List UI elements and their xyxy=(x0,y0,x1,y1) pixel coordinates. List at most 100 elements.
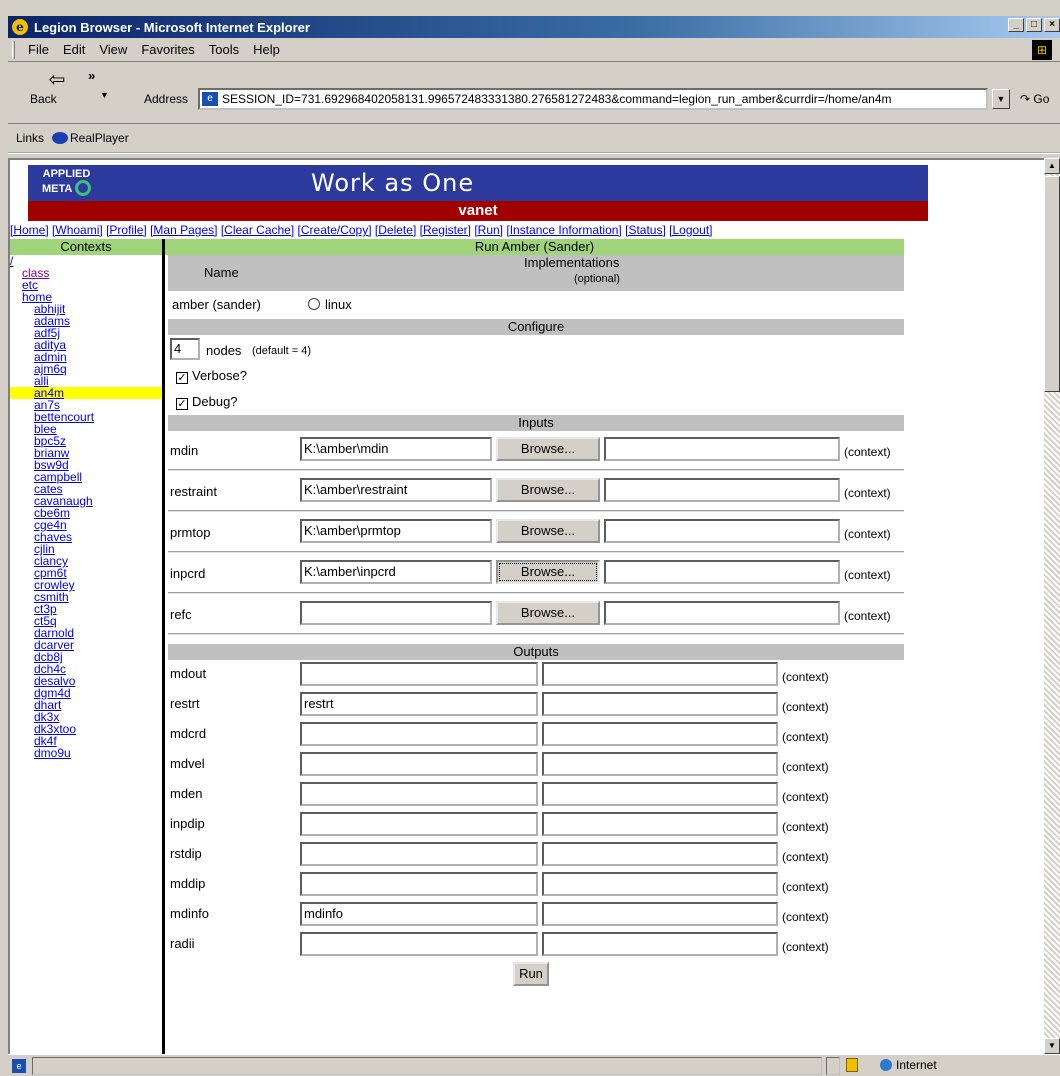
context-item-link[interactable]: campbell xyxy=(10,471,162,483)
output-context-field[interactable] xyxy=(542,662,778,686)
input-path-field[interactable]: K:\amber\inpcrd xyxy=(300,560,492,584)
context-item-link[interactable]: cpm6t xyxy=(10,567,162,579)
address-dropdown-button[interactable]: ▼ xyxy=(992,89,1010,109)
context-item-link[interactable]: cjlin xyxy=(10,543,162,555)
input-path-field[interactable]: K:\amber\restraint xyxy=(300,478,492,502)
toolbar-chevron-icon[interactable]: » xyxy=(88,68,95,83)
back-button[interactable]: ⇦ Back xyxy=(30,68,84,118)
debug-checkbox[interactable]: ✓ Debug? xyxy=(176,394,238,410)
context-item-link[interactable]: adams xyxy=(10,315,162,327)
context-item-link[interactable]: blee xyxy=(10,423,162,435)
context-item-link[interactable]: bsw9d xyxy=(10,459,162,471)
context-item-link[interactable]: ct5q xyxy=(10,615,162,627)
verbose-checkbox[interactable]: ✓ Verbose? xyxy=(176,368,247,384)
context-item-link[interactable]: dch4c xyxy=(10,663,162,675)
output-context-field[interactable] xyxy=(542,782,778,806)
output-file-field[interactable] xyxy=(300,812,538,836)
output-context-field[interactable] xyxy=(542,692,778,716)
context-item-link[interactable]: cbe6m xyxy=(10,507,162,519)
context-item-link[interactable]: clancy xyxy=(10,555,162,567)
context-item-link[interactable]: aditya xyxy=(10,339,162,351)
nav-man-pages-link[interactable]: [Man Pages] xyxy=(150,223,217,237)
nav-status-link[interactable]: [Status] xyxy=(625,223,666,237)
output-file-field[interactable] xyxy=(300,662,538,686)
output-file-field[interactable] xyxy=(300,932,538,956)
run-button[interactable]: Run xyxy=(513,962,549,986)
output-context-field[interactable] xyxy=(542,872,778,896)
nav-logout-link[interactable]: [Logout] xyxy=(669,223,712,237)
output-context-field[interactable] xyxy=(542,842,778,866)
browse-button[interactable]: Browse... xyxy=(496,560,600,584)
minimize-button[interactable]: _ xyxy=(1008,18,1024,32)
browse-button[interactable]: Browse... xyxy=(496,437,600,461)
context-item-link[interactable]: bpc5z xyxy=(10,435,162,447)
browse-button[interactable]: Browse... xyxy=(496,519,600,543)
context-item-link[interactable]: crowley xyxy=(10,579,162,591)
context-item-link[interactable]: admin xyxy=(10,351,162,363)
output-context-field[interactable] xyxy=(542,932,778,956)
nav-instance-information-link[interactable]: [Instance Information] xyxy=(506,223,621,237)
maximize-button[interactable]: □ xyxy=(1026,18,1042,32)
context-item-link[interactable]: cge4n xyxy=(10,519,162,531)
menu-favorites[interactable]: Favorites xyxy=(134,40,201,59)
context-item-link[interactable]: dmo9u xyxy=(10,747,162,759)
nav-run-link[interactable]: [Run] xyxy=(474,223,503,237)
linux-radio[interactable]: linux xyxy=(308,297,352,312)
input-path-field[interactable]: K:\amber\prmtop xyxy=(300,519,492,543)
output-context-field[interactable] xyxy=(542,902,778,926)
context-item-link[interactable]: adf5j xyxy=(10,327,162,339)
vertical-scrollbar[interactable]: ▲ ▼ xyxy=(1044,158,1060,1054)
nav-create-copy-link[interactable]: [Create/Copy] xyxy=(298,223,372,237)
nav-profile-link[interactable]: [Profile] xyxy=(106,223,147,237)
nav-whoami-link[interactable]: [Whoami] xyxy=(52,223,103,237)
browse-button[interactable]: Browse... xyxy=(496,478,600,502)
context-item-link[interactable]: cavanaugh xyxy=(10,495,162,507)
input-context-field[interactable] xyxy=(604,601,840,625)
menu-help[interactable]: Help xyxy=(246,40,287,59)
realplayer-link[interactable]: RealPlayer xyxy=(70,131,129,145)
output-context-field[interactable] xyxy=(542,812,778,836)
context-item-link[interactable]: ajm6q xyxy=(10,363,162,375)
input-context-field[interactable] xyxy=(604,437,840,461)
input-context-field[interactable] xyxy=(604,478,840,502)
output-file-field[interactable]: restrt xyxy=(300,692,538,716)
menu-file[interactable]: File xyxy=(21,40,56,59)
nodes-input[interactable]: 4 xyxy=(170,338,200,360)
context-item-link[interactable]: dcarver xyxy=(10,639,162,651)
context-item-link[interactable]: darnold xyxy=(10,627,162,639)
context-item-link[interactable]: alli xyxy=(10,375,162,387)
context-item-link[interactable]: an4m xyxy=(10,387,162,399)
browse-button[interactable]: Browse... xyxy=(496,601,600,625)
close-button[interactable]: × xyxy=(1044,18,1060,32)
nav-home-link[interactable]: [Home] xyxy=(10,223,49,237)
context-item-link[interactable]: dk3x xyxy=(10,711,162,723)
back-dropdown-icon[interactable]: ▼ xyxy=(100,90,109,100)
nav-delete-link[interactable]: [Delete] xyxy=(375,223,416,237)
context-item-link[interactable]: dk4f xyxy=(10,735,162,747)
menu-edit[interactable]: Edit xyxy=(56,40,92,59)
output-file-field[interactable] xyxy=(300,722,538,746)
address-input[interactable]: e SESSION_ID=731.692968402058131.9965724… xyxy=(198,88,988,110)
scroll-up-button[interactable]: ▲ xyxy=(1044,158,1060,174)
menu-tools[interactable]: Tools xyxy=(202,40,246,59)
output-context-field[interactable] xyxy=(542,752,778,776)
context-home-link[interactable]: home xyxy=(10,291,162,303)
nav-clear-cache-link[interactable]: [Clear Cache] xyxy=(221,223,294,237)
output-file-field[interactable] xyxy=(300,872,538,896)
input-context-field[interactable] xyxy=(604,560,840,584)
input-path-field[interactable]: K:\amber\mdin xyxy=(300,437,492,461)
context-item-link[interactable]: dk3xtoo xyxy=(10,723,162,735)
context-item-link[interactable]: dhart xyxy=(10,699,162,711)
output-file-field[interactable] xyxy=(300,842,538,866)
context-item-link[interactable]: ct3p xyxy=(10,603,162,615)
context-item-link[interactable]: abhijit xyxy=(10,303,162,315)
output-file-field[interactable] xyxy=(300,752,538,776)
nav-register-link[interactable]: [Register] xyxy=(420,223,471,237)
scroll-thumb[interactable] xyxy=(1044,176,1060,392)
scroll-down-button[interactable]: ▼ xyxy=(1044,1038,1060,1054)
output-context-field[interactable] xyxy=(542,722,778,746)
context-item-link[interactable]: dgm4d xyxy=(10,687,162,699)
menu-view[interactable]: View xyxy=(92,40,134,59)
context-item-link[interactable]: chaves xyxy=(10,531,162,543)
input-path-field[interactable] xyxy=(300,601,492,625)
